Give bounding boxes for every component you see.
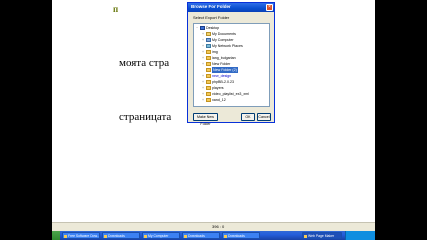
taskbar-item[interactable]: Downloads <box>182 232 220 239</box>
tree-item-xand-12[interactable]: + xand_12 <box>201 97 226 103</box>
folder-icon <box>206 86 211 90</box>
computer-icon <box>144 234 147 238</box>
letterbox-right <box>375 0 427 240</box>
folder-icon <box>206 98 211 102</box>
web-page-maker-icon <box>304 234 307 238</box>
computer-icon <box>206 38 211 42</box>
dialog-titlebar[interactable]: Browse For Folder × <box>188 3 274 12</box>
folder-icon <box>206 50 211 54</box>
documents-folder-icon <box>206 32 211 36</box>
tree-item-label: xand_12 <box>212 98 226 102</box>
taskbar-item-active[interactable]: Web Page Maker <box>302 232 342 239</box>
folder-tree[interactable]: − Desktop + My Documents + My Computer +… <box>193 23 270 107</box>
taskbar-item[interactable]: Free Software Dow... <box>62 232 100 239</box>
status-bar: 396 : 0 <box>52 222 375 231</box>
taskbar-item[interactable]: Downloads <box>102 232 140 239</box>
folder-icon <box>104 234 107 238</box>
cursor-coordinates: 396 : 0 <box>212 224 225 229</box>
system-tray <box>345 231 375 240</box>
folder-icon <box>206 68 211 72</box>
folder-icon <box>206 92 211 96</box>
window-icon <box>64 234 67 238</box>
ok-button[interactable]: OK <box>241 113 255 121</box>
dialog-title: Browse For Folder <box>191 4 231 9</box>
folder-icon <box>206 74 211 78</box>
network-icon <box>206 44 211 48</box>
folder-icon <box>206 62 211 66</box>
start-button[interactable] <box>52 231 60 240</box>
desktop-icon <box>200 26 205 30</box>
page-text-line: страницата <box>119 111 172 123</box>
page-text-line: моята стра <box>119 57 170 69</box>
close-icon[interactable]: × <box>266 4 273 11</box>
cancel-button[interactable]: Cancel <box>257 113 271 121</box>
folder-icon <box>206 80 211 84</box>
folder-icon <box>184 234 187 238</box>
dialog-instruction: Select Export Folder <box>193 15 230 20</box>
browse-for-folder-dialog: Browse For Folder × Select Export Folder… <box>187 2 275 126</box>
taskbar: Free Software Dow... Downloads My Comput… <box>52 231 375 240</box>
taskbar-item[interactable]: My Computer <box>142 232 180 239</box>
folder-icon <box>206 56 211 60</box>
collapse-icon[interactable]: − <box>195 25 199 31</box>
folder-icon <box>224 234 227 238</box>
taskbar-item[interactable]: Downloads <box>222 232 260 239</box>
make-new-folder-button[interactable]: Make New Folder <box>193 113 218 126</box>
letterbox-left <box>0 0 52 240</box>
page-text-heading: п <box>113 4 119 14</box>
expand-icon[interactable]: + <box>201 97 205 103</box>
